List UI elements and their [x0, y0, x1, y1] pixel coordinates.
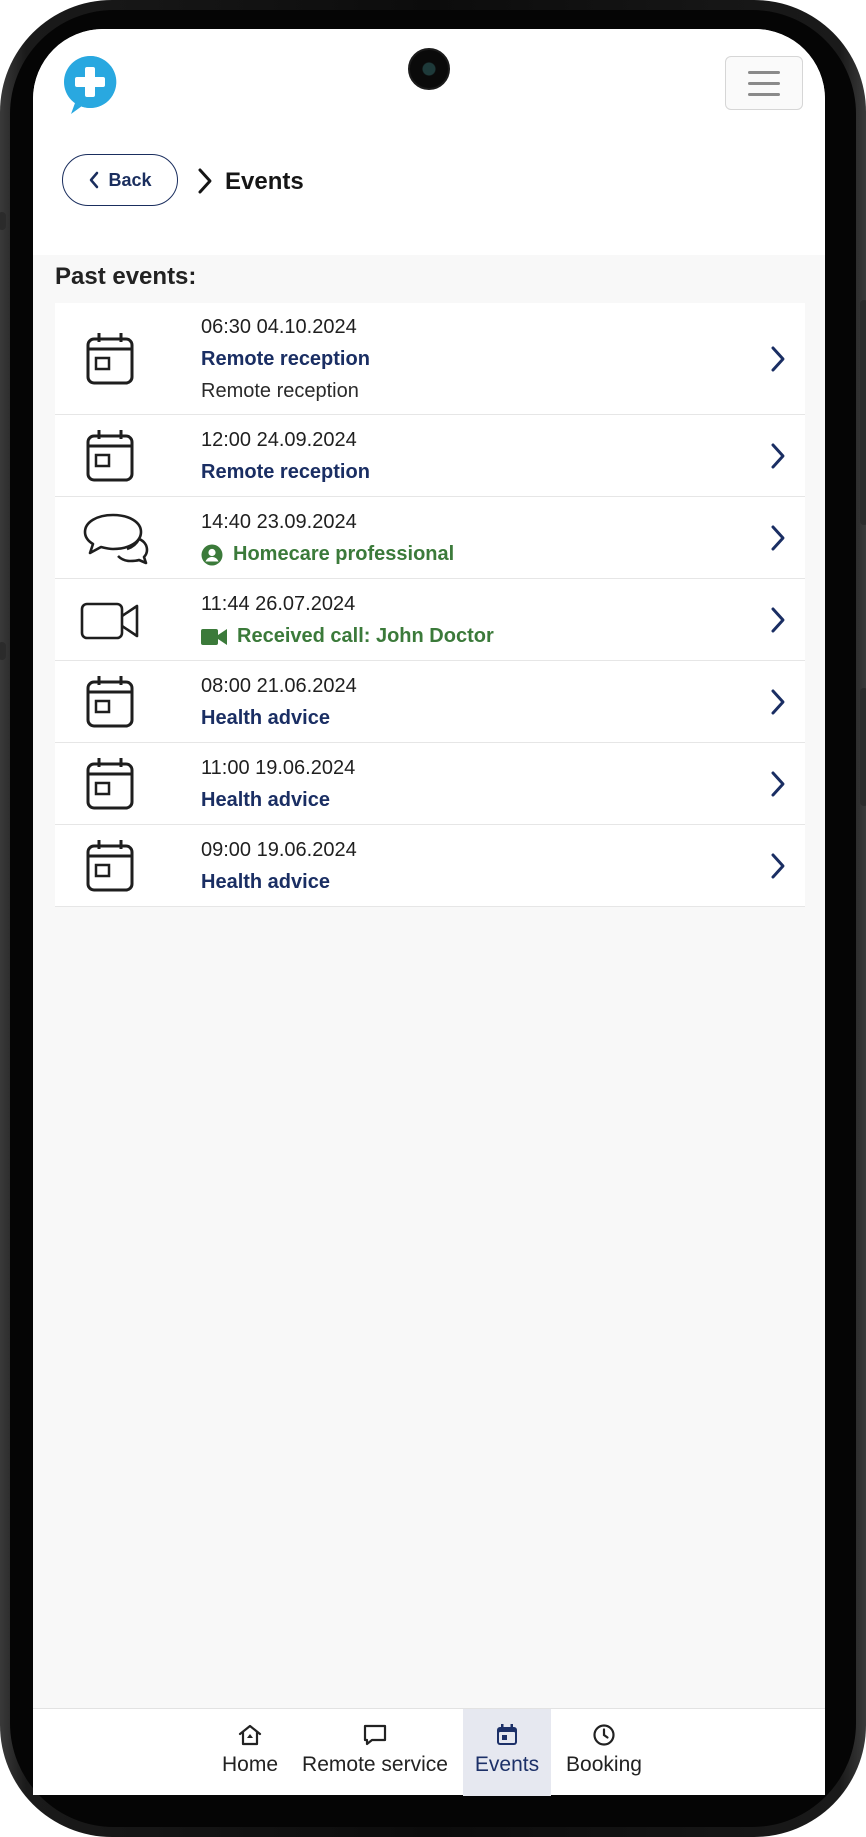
calendar-icon: [497, 1724, 517, 1745]
event-subtitle: Remote reception: [201, 380, 359, 402]
calendar-icon: [86, 758, 134, 810]
nav-home[interactable]: Home: [210, 1709, 290, 1796]
power-button: [860, 688, 866, 806]
event-title: Health advice: [201, 707, 330, 729]
event-title-row: Received call: John Doctor: [201, 625, 494, 648]
list-item[interactable]: 06:30 04.10.2024 Remote reception Remote…: [55, 303, 805, 415]
home-icon: [238, 1724, 262, 1746]
event-title: Remote reception: [201, 461, 370, 483]
event-title-row: Homecare professional: [201, 543, 454, 566]
chevron-right-icon: [198, 168, 212, 194]
nav-remote-service-label: Remote service: [302, 1753, 448, 1776]
front-camera: [408, 48, 450, 90]
back-button[interactable]: Back: [62, 154, 178, 206]
event-datetime: 11:00 19.06.2024: [201, 757, 356, 779]
event-datetime: 12:00 24.09.2024: [201, 429, 357, 451]
left-button: [0, 642, 6, 660]
volume-button: [860, 300, 866, 525]
nav-booking-label: Booking: [566, 1753, 642, 1776]
chevron-left-icon: [90, 171, 99, 189]
event-title: Health advice: [201, 789, 330, 811]
chat-icon: [363, 1724, 387, 1746]
top-bar: [33, 29, 825, 139]
bottom-nav: Home Remote service Events Booking: [33, 1708, 825, 1796]
nav-home-label: Home: [221, 1753, 279, 1776]
event-title: Received call: John Doctor: [237, 625, 494, 647]
chevron-right-icon: [771, 607, 785, 633]
event-title: Homecare professional: [233, 543, 455, 565]
nav-events-label: Events: [474, 1753, 540, 1776]
video-camera-icon: [80, 602, 139, 640]
hamburger-icon[interactable]: [725, 56, 803, 110]
events-list: 06:30 04.10.2024 Remote reception Remote…: [55, 303, 805, 907]
calendar-icon: [86, 840, 134, 892]
video-icon: [201, 628, 227, 645]
chevron-right-icon: [771, 525, 785, 551]
nav-remote-service[interactable]: Remote service: [295, 1709, 455, 1796]
chevron-right-icon: [771, 771, 785, 797]
event-datetime: 06:30 04.10.2024: [201, 316, 357, 338]
chevron-right-icon: [771, 346, 785, 372]
event-datetime: 14:40 23.09.2024: [201, 511, 357, 533]
app-screen: [33, 29, 825, 1795]
calendar-icon: [86, 430, 134, 482]
list-item[interactable]: 12:00 24.09.2024 Remote reception: [55, 415, 805, 497]
clock-icon: [593, 1724, 615, 1746]
plus-chat-logo[interactable]: [62, 54, 118, 116]
page-title: Events: [225, 168, 304, 195]
section-title: Past events:: [55, 263, 197, 290]
left-button: [0, 212, 6, 230]
chevron-right-icon: [771, 443, 785, 469]
event-datetime: 09:00 19.06.2024: [201, 839, 357, 861]
back-label: Back: [108, 169, 152, 190]
nav-events[interactable]: Events: [463, 1709, 551, 1796]
list-item[interactable]: 14:40 23.09.2024 Homecare professional: [55, 497, 805, 579]
list-item[interactable]: 11:00 19.06.2024 Health advice: [55, 743, 805, 825]
event-title: Health advice: [201, 871, 330, 893]
chevron-right-icon: [771, 689, 785, 715]
calendar-icon: [86, 676, 134, 728]
event-datetime: 08:00 21.06.2024: [201, 675, 357, 697]
chat-bubbles-icon: [83, 513, 149, 565]
list-item[interactable]: 08:00 21.06.2024 Health advice: [55, 661, 805, 743]
event-title: Remote reception: [201, 348, 370, 370]
chevron-right-icon: [771, 853, 785, 879]
list-item[interactable]: 09:00 19.06.2024 Health advice: [55, 825, 805, 907]
calendar-icon: [86, 333, 134, 385]
nav-booking[interactable]: Booking: [559, 1709, 649, 1796]
list-item[interactable]: 11:44 26.07.2024 Received call: John Doc…: [55, 579, 805, 661]
event-datetime: 11:44 26.07.2024: [201, 593, 356, 615]
person-circle-icon: [201, 544, 223, 565]
